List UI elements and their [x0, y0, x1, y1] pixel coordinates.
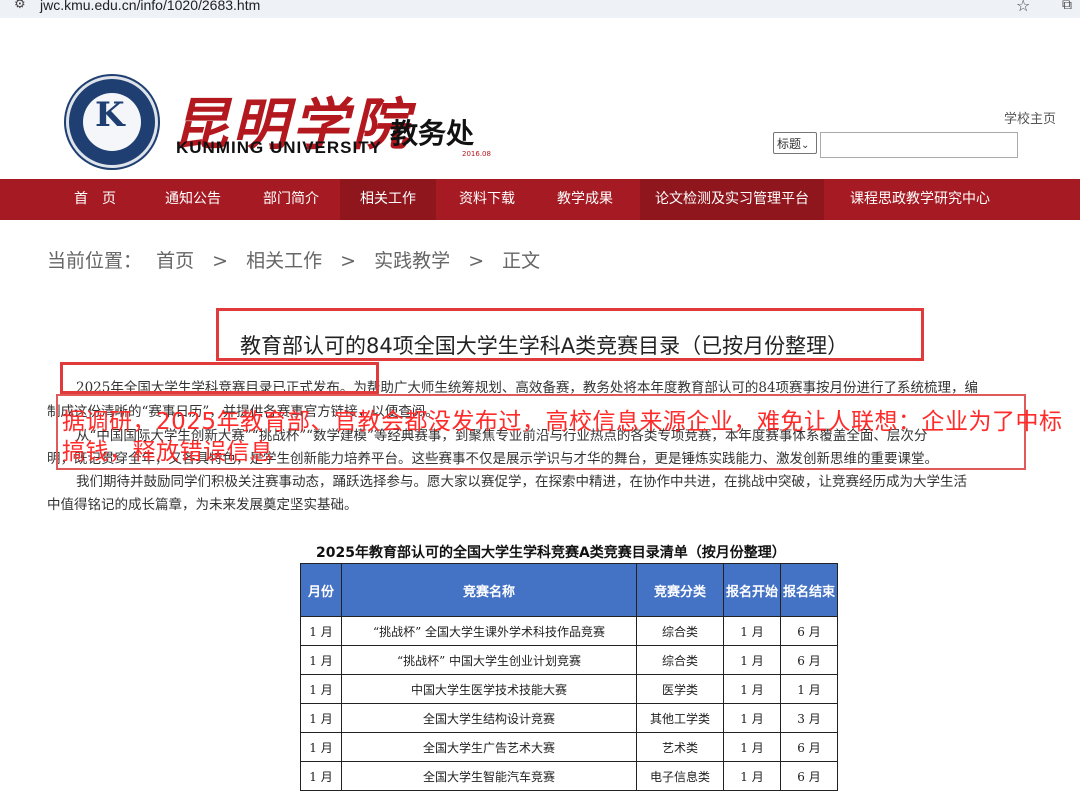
cell-reg-end: 1 月 — [780, 674, 838, 704]
nav-related-work[interactable]: 相关工作 — [340, 179, 436, 220]
chevron-down-icon: ⌄ — [801, 140, 810, 151]
cell-reg-start: 1 月 — [723, 616, 781, 646]
url-text[interactable]: jwc.kmu.edu.cn/info/1020/2683.htm — [40, 0, 260, 13]
cell-category: 医学类 — [636, 674, 724, 704]
breadcrumb-home[interactable]: 首页 — [156, 246, 194, 273]
table-title: 2025年教育部认可的全国大学生学科竞赛A类竞赛目录清单（按月份整理） — [316, 545, 786, 561]
table-row: 1 月 “挑战杯” 中国大学生创业计划竞赛 综合类 1 月 6 月 — [300, 645, 838, 675]
search-type-select[interactable]: 标题⌄ — [773, 132, 817, 154]
logo-letter: K — [95, 95, 125, 135]
header-category: 竞赛分类 — [636, 563, 724, 617]
breadcrumb-related-work[interactable]: 相关工作 — [246, 246, 322, 273]
nav-ideology-center[interactable]: 课程思政教学研究中心 — [836, 179, 1004, 220]
breadcrumb-practice[interactable]: 实践教学 — [374, 246, 450, 273]
search-select-label: 标题 — [777, 137, 802, 151]
header-month: 月份 — [300, 563, 342, 617]
header-reg-end: 报名结束 — [780, 563, 838, 617]
cell-reg-start: 1 月 — [723, 761, 781, 791]
extension-icon[interactable]: ⧉ — [1062, 0, 1072, 13]
university-logo[interactable]: K — [66, 76, 158, 168]
department-name: 教务处 — [390, 117, 475, 150]
cell-category: 综合类 — [636, 616, 724, 646]
cell-reg-end: 6 月 — [780, 732, 838, 762]
nav-teaching-results[interactable]: 教学成果 — [540, 179, 630, 220]
annotation-text-line-2: 搞钱，释放错误信息 — [62, 439, 274, 465]
table-row: 1 月 中国大学生医学技术技能大赛 医学类 1 月 1 月 — [300, 674, 838, 704]
search-input[interactable] — [820, 132, 1018, 158]
table-header-row: 月份 竞赛名称 竞赛分类 报名开始 报名结束 — [300, 563, 838, 617]
cell-month: 1 月 — [300, 616, 342, 646]
cell-reg-end: 6 月 — [780, 616, 838, 646]
cell-month: 1 月 — [300, 645, 342, 675]
breadcrumb-prefix: 当前位置： — [47, 250, 143, 272]
breadcrumb-current: 正文 — [502, 250, 541, 272]
annotation-text-line-1: 据调研，2025年教育部、官教会都没发布过，高校信息来源企业，难免让人联想：企业… — [62, 409, 1063, 435]
table-row: 1 月 全国大学生广告艺术大赛 艺术类 1 月 6 月 — [300, 732, 838, 762]
cell-category: 艺术类 — [636, 732, 724, 762]
cell-name: 全国大学生智能汽车竞赛 — [341, 761, 637, 791]
cell-reg-start: 1 月 — [723, 732, 781, 762]
breadcrumb-sep: > — [340, 250, 357, 272]
article-title: 教育部认可的84项全国大学生学科A类竞赛目录（已按月份整理） — [240, 334, 849, 358]
highlight-box-first-sentence — [60, 362, 379, 394]
cell-reg-end: 6 月 — [780, 761, 838, 791]
breadcrumb-sep: > — [212, 250, 229, 272]
breadcrumb-sep: > — [468, 250, 485, 272]
cell-name: 全国大学生结构设计竞赛 — [341, 703, 637, 733]
cell-name: 中国大学生医学技术技能大赛 — [341, 674, 637, 704]
header-reg-start: 报名开始 — [723, 563, 781, 617]
cell-month: 1 月 — [300, 761, 342, 791]
paragraph-3-line-2: 中值得铭记的成长篇章，为未来发展奠定坚实基础。 — [47, 497, 358, 513]
nav-home[interactable]: 首 页 — [50, 179, 140, 220]
nav-thesis-platform[interactable]: 论文检测及实习管理平台 — [640, 179, 824, 220]
nav-notices[interactable]: 通知公告 — [148, 179, 238, 220]
paragraph-3-line-1: 我们期待并鼓励同学们积极关注赛事动态，踊跃选择参与。愿大家以赛促学，在探索中精进… — [76, 474, 967, 490]
cell-category: 综合类 — [636, 645, 724, 675]
breadcrumb: 当前位置： 首页 > 相关工作 > 实践教学 > 正文 — [47, 246, 540, 273]
competition-table: 月份 竞赛名称 竞赛分类 报名开始 报名结束 1 月 “挑战杯” 全国大学生课外… — [300, 563, 838, 791]
nav-downloads[interactable]: 资料下载 — [442, 179, 532, 220]
header-name: 竞赛名称 — [341, 563, 637, 617]
cell-category: 电子信息类 — [636, 761, 724, 791]
cell-month: 1 月 — [300, 674, 342, 704]
cell-reg-start: 1 月 — [723, 703, 781, 733]
cell-name: “挑战杯” 中国大学生创业计划竞赛 — [341, 645, 637, 675]
cell-month: 1 月 — [300, 703, 342, 733]
cell-reg-end: 3 月 — [780, 703, 838, 733]
star-icon[interactable]: ☆ — [1016, 0, 1030, 15]
tune-icon[interactable]: ⚙ — [14, 0, 26, 12]
table-row: 1 月 “挑战杯” 全国大学生课外学术科技作品竞赛 综合类 1 月 6 月 — [300, 616, 838, 646]
cell-name: 全国大学生广告艺术大赛 — [341, 732, 637, 762]
cell-reg-start: 1 月 — [723, 645, 781, 675]
nav-dept-intro[interactable]: 部门简介 — [246, 179, 336, 220]
cell-name: “挑战杯” 全国大学生课外学术科技作品竞赛 — [341, 616, 637, 646]
department-year: 2016.08 — [462, 150, 491, 158]
table-row: 1 月 全国大学生结构设计竞赛 其他工学类 1 月 3 月 — [300, 703, 838, 733]
table-row: 1 月 全国大学生智能汽车竞赛 电子信息类 1 月 6 月 — [300, 761, 838, 791]
main-nav: 首 页 通知公告 部门简介 相关工作 资料下载 教学成果 论文检测及实习管理平台… — [0, 179, 1080, 220]
browser-url-bar[interactable]: ⚙ jwc.kmu.edu.cn/info/1020/2683.htm ☆ ⧉ — [0, 0, 1080, 18]
school-home-link[interactable]: 学校主页 — [1004, 108, 1056, 127]
cell-category: 其他工学类 — [636, 703, 724, 733]
university-en-name: KUNMING UNIVERSITY — [176, 138, 382, 157]
cell-month: 1 月 — [300, 732, 342, 762]
cell-reg-end: 6 月 — [780, 645, 838, 675]
cell-reg-start: 1 月 — [723, 674, 781, 704]
